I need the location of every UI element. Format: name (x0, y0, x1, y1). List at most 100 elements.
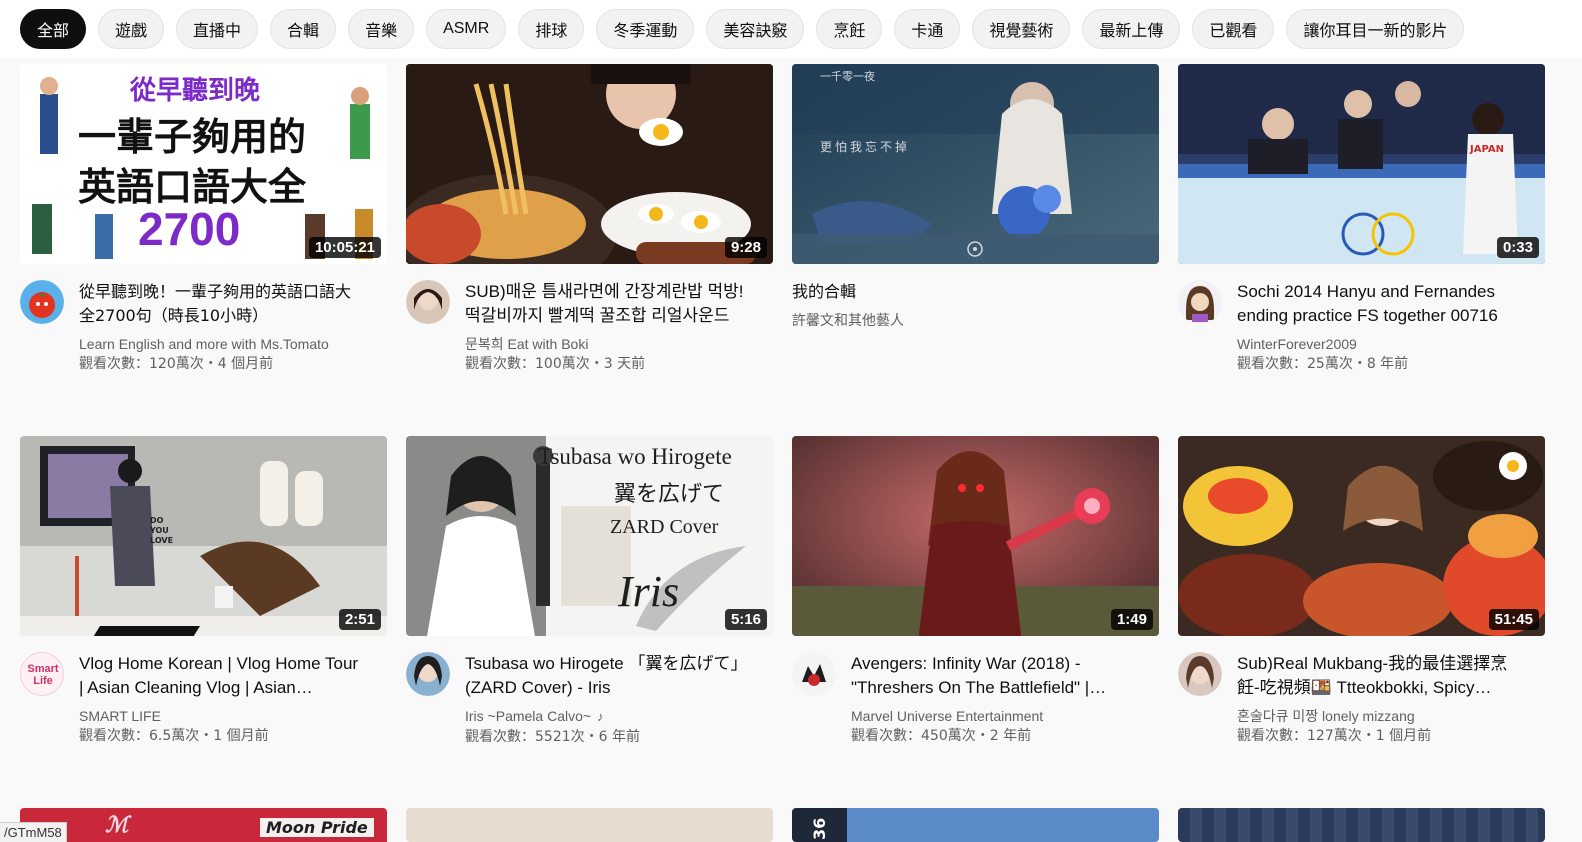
channel-name[interactable]: Learn English and more with Ms.Tomato (79, 334, 363, 354)
marvel-avatar-icon (792, 652, 836, 696)
video-card[interactable]: 從早聽到晚 一輩子夠用的 英語口語大全 2700 10:05:21 從早聽到晚！… (20, 64, 387, 374)
video-stats: 觀看次數：120萬次・4 個月前 (79, 356, 274, 372)
chip-mixes[interactable]: 合輯 (270, 9, 337, 49)
video-card[interactable] (406, 808, 773, 842)
thumbnail-caption: 從早聽到晚 (130, 76, 261, 106)
thumbnail-art (792, 64, 1159, 264)
thumbnail-caption: YOU (150, 526, 169, 535)
thumbnail-caption: 翼を広げて (614, 482, 725, 507)
duration-badge: 9:28 (724, 237, 767, 258)
video-stats: 觀看次數：127萬次・1 個月前 (1237, 728, 1432, 744)
chip-live[interactable]: 直播中 (176, 9, 259, 49)
video-stats: 觀看次數：25萬次・8 年前 (1237, 356, 1409, 372)
thumbnail-caption: LOVE (150, 536, 174, 545)
logo-text: Life (33, 675, 53, 687)
channel-avatar[interactable] (792, 652, 836, 696)
logo-text: Smart (27, 663, 59, 675)
chip-music[interactable]: 音樂 (348, 9, 415, 49)
thumbnail-caption: JAPAN (1470, 144, 1504, 155)
channel-name[interactable]: SMART LIFE (79, 706, 363, 726)
channel-name[interactable]: Marvel Universe Entertainment (851, 706, 1135, 726)
video-thumbnail[interactable]: 51:45 (1178, 436, 1545, 636)
video-grid: 從早聽到晚 一輩子夠用的 英語口語大全 2700 10:05:21 從早聽到晚！… (0, 0, 1582, 842)
video-thumbnail[interactable]: 從早聽到晚 一輩子夠用的 英語口語大全 2700 10:05:21 (20, 64, 387, 264)
video-title[interactable]: 我的合輯 (792, 280, 1135, 304)
video-card[interactable]: ℳ Moon Pride (20, 808, 387, 842)
duration-badge: 10:05:21 (308, 237, 381, 258)
video-thumbnail[interactable] (406, 808, 773, 842)
thumbnail-caption: ZARD Cover (610, 516, 719, 538)
thumbnail-caption: Tsubasa wo Hirogete (538, 444, 732, 469)
chip-new-to-you[interactable]: 讓你耳目一新的影片 (1286, 9, 1465, 49)
chip-visual-arts[interactable]: 視覺藝術 (972, 9, 1071, 49)
channel-name[interactable]: 문복희 Eat with Boki (465, 334, 749, 354)
channel-avatar[interactable] (1178, 280, 1222, 324)
video-title[interactable]: Avengers: Infinity War (2018) - "Threshe… (851, 652, 1135, 700)
video-card[interactable]: 36 (792, 808, 1159, 842)
video-thumbnail[interactable]: 36 (792, 808, 1159, 842)
thumbnail-caption: ℳ (105, 812, 129, 837)
channel-name[interactable]: 許馨文和其他藝人 (792, 310, 1135, 330)
chip-all[interactable]: 全部 (20, 9, 87, 49)
channel-avatar[interactable] (1178, 652, 1222, 696)
channel-avatar[interactable]: Smart Life (20, 652, 64, 696)
video-stats: 觀看次數：6.5萬次・1 個月前 (79, 728, 269, 744)
chip-cartoons[interactable]: 卡通 (894, 9, 961, 49)
chip-asmr[interactable]: ASMR (426, 9, 507, 49)
video-title[interactable]: Tsubasa wo Hirogete 「翼を広げて」(ZARD Cover) … (465, 652, 749, 700)
thumbnail-caption: 一輩子夠用的 (78, 115, 307, 159)
person-avatar-icon (406, 280, 450, 324)
thumbnail-caption: Iris (618, 567, 680, 616)
chip-cooking[interactable]: 烹飪 (816, 9, 883, 49)
duration-badge: 0:33 (1496, 237, 1539, 258)
channel-avatar[interactable] (406, 280, 450, 324)
video-card[interactable]: JAPAN 0:33 Sochi 2014 Hanyu and Fernande… (1178, 64, 1545, 374)
duration-badge: 5:16 (724, 609, 767, 630)
smart-life-logo: Smart Life (21, 663, 63, 687)
channel-name-text: Iris ~Pamela Calvo~ (465, 708, 592, 724)
video-thumbnail[interactable]: DO YOU LOVE 2:51 (20, 436, 387, 636)
tomato-icon (20, 280, 64, 324)
thumbnail-art (792, 436, 1159, 636)
video-stats: 觀看次數：450萬次・2 年前 (851, 728, 1032, 744)
video-title[interactable]: Sochi 2014 Hanyu and Fernandes ending pr… (1237, 280, 1521, 328)
video-thumbnail[interactable]: 一千零一夜 更怕我忘不掉 (792, 64, 1159, 264)
thumbnail-art (1178, 436, 1545, 636)
channel-avatar[interactable] (20, 280, 64, 324)
video-card[interactable]: Tsubasa wo Hirogete 翼を広げて ZARD Cover Iri… (406, 436, 773, 747)
thumbnail-art (20, 436, 387, 636)
video-card[interactable]: DO YOU LOVE 2:51 Smart Life Vlog Home Ko… (20, 436, 387, 746)
thumbnail-caption: 一千零一夜 (820, 70, 875, 83)
channel-name[interactable]: WinterForever2009 (1237, 334, 1521, 354)
chip-gaming[interactable]: 遊戲 (98, 9, 165, 49)
thumbnail-art (1178, 64, 1545, 264)
video-card[interactable]: 9:28 SUB)매운 틈새라면에 간장계란밥 먹방! 떡갈비까지 빨계떡 꿀조… (406, 64, 773, 374)
video-title[interactable]: SUB)매운 틈새라면에 간장계란밥 먹방! 떡갈비까지 빨계떡 꿀조합 리얼사… (465, 280, 749, 328)
thumbnail-caption: DO (150, 516, 164, 525)
person-avatar-icon (406, 652, 450, 696)
video-card[interactable]: 51:45 Sub)Real Mukbang-我的最佳選擇烹飪-吃視頻🍱 Ttt… (1178, 436, 1545, 746)
video-thumbnail[interactable]: 1:49 (792, 436, 1159, 636)
channel-name[interactable]: 혼술다큐 미짱 lonely mizzang (1237, 706, 1521, 726)
channel-avatar[interactable] (406, 652, 450, 696)
video-thumbnail[interactable]: ℳ Moon Pride (20, 808, 387, 842)
video-card[interactable]: 1:49 Avengers: Infinity War (2018) - "Th… (792, 436, 1159, 746)
chip-volleyball[interactable]: 排球 (518, 9, 585, 49)
chip-watched[interactable]: 已觀看 (1192, 9, 1275, 49)
video-thumbnail[interactable] (1178, 808, 1545, 842)
thumbnail-art (406, 64, 773, 264)
video-title[interactable]: Vlog Home Korean | Vlog Home Tour | Asia… (79, 652, 363, 700)
chip-winter-sports[interactable]: 冬季運動 (596, 9, 695, 49)
status-bar-url: /GTmM58 (0, 822, 67, 842)
video-card[interactable]: 一千零一夜 更怕我忘不掉 我的合輯 許馨文和其他藝人 (792, 64, 1159, 330)
duration-badge: 51:45 (1488, 609, 1539, 630)
video-thumbnail[interactable]: JAPAN 0:33 (1178, 64, 1545, 264)
chip-recently-uploaded[interactable]: 最新上傳 (1082, 9, 1181, 49)
video-title[interactable]: 從早聽到晚！一輩子夠用的英語口語大全2700句（時長10小時） (79, 280, 363, 328)
video-thumbnail[interactable]: 9:28 (406, 64, 773, 264)
video-title[interactable]: Sub)Real Mukbang-我的最佳選擇烹飪-吃視頻🍱 Ttteokbok… (1237, 652, 1521, 700)
chip-beauty-tips[interactable]: 美容訣竅 (706, 9, 805, 49)
video-card[interactable] (1178, 808, 1545, 842)
video-thumbnail[interactable]: Tsubasa wo Hirogete 翼を広げて ZARD Cover Iri… (406, 436, 773, 636)
channel-name[interactable]: Iris ~Pamela Calvo~ ♪ (465, 706, 749, 727)
